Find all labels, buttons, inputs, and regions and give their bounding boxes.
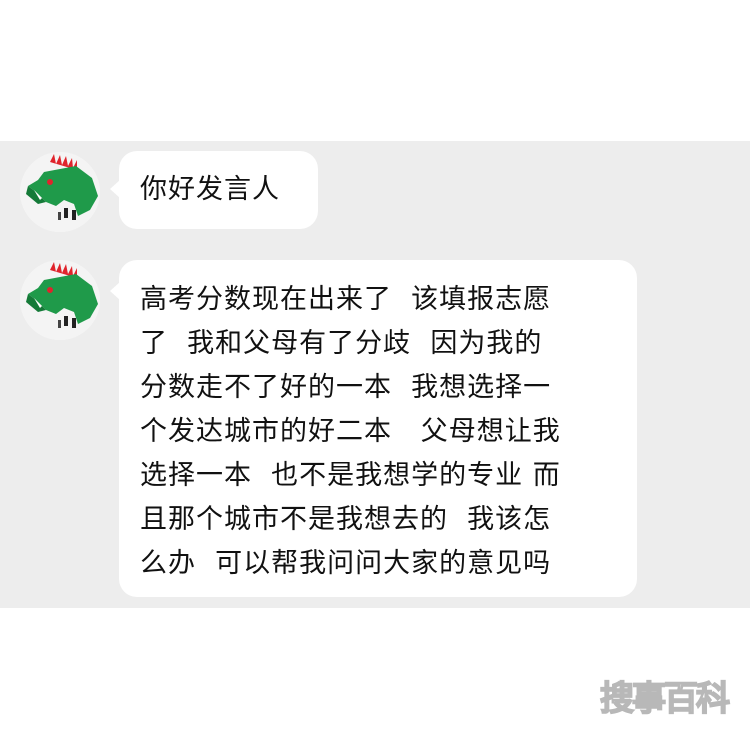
message-line: 了 我和父母有了分歧 因为我的 [140, 328, 543, 359]
page: 你好发言人 高考分数现在出来了 该填报志愿 了 我和父母有了分歧 因为我的 分数… [0, 0, 750, 750]
message-line: 分数走不了好的一本 我想选择一 [140, 372, 552, 403]
sender-avatar[interactable] [20, 152, 100, 232]
message-bubble[interactable]: 高考分数现在出来了 该填报志愿 了 我和父母有了分歧 因为我的 分数走不了好的一… [110, 260, 637, 597]
message-line: 个发达城市的好二本 父母想让我 [140, 416, 561, 447]
message-line: 且那个城市不是我想去的 我该怎 [140, 504, 552, 535]
message-text: 你好发言人 [140, 170, 280, 210]
message-line: 选择一本 也不是我想学的专业 而 [140, 460, 561, 491]
message-line: 你好发言人 [140, 174, 280, 205]
message-line: 么办 可以帮我问问大家的意见吗 [140, 548, 552, 579]
sender-avatar[interactable] [20, 260, 100, 340]
chat-area[interactable]: 你好发言人 高考分数现在出来了 该填报志愿 了 我和父母有了分歧 因为我的 分数… [0, 141, 750, 608]
message-text: 高考分数现在出来了 该填报志愿 了 我和父母有了分歧 因为我的 分数走不了好的一… [140, 278, 561, 586]
message-bubble[interactable]: 你好发言人 [110, 151, 318, 229]
dinosaur-avatar-icon [20, 260, 100, 340]
dinosaur-avatar-icon [20, 152, 100, 232]
bubble-tail [110, 180, 120, 198]
message-line: 高考分数现在出来了 该填报志愿 [140, 284, 552, 315]
bubble-tail [110, 282, 120, 300]
watermark: 搜事百科 [599, 678, 731, 720]
